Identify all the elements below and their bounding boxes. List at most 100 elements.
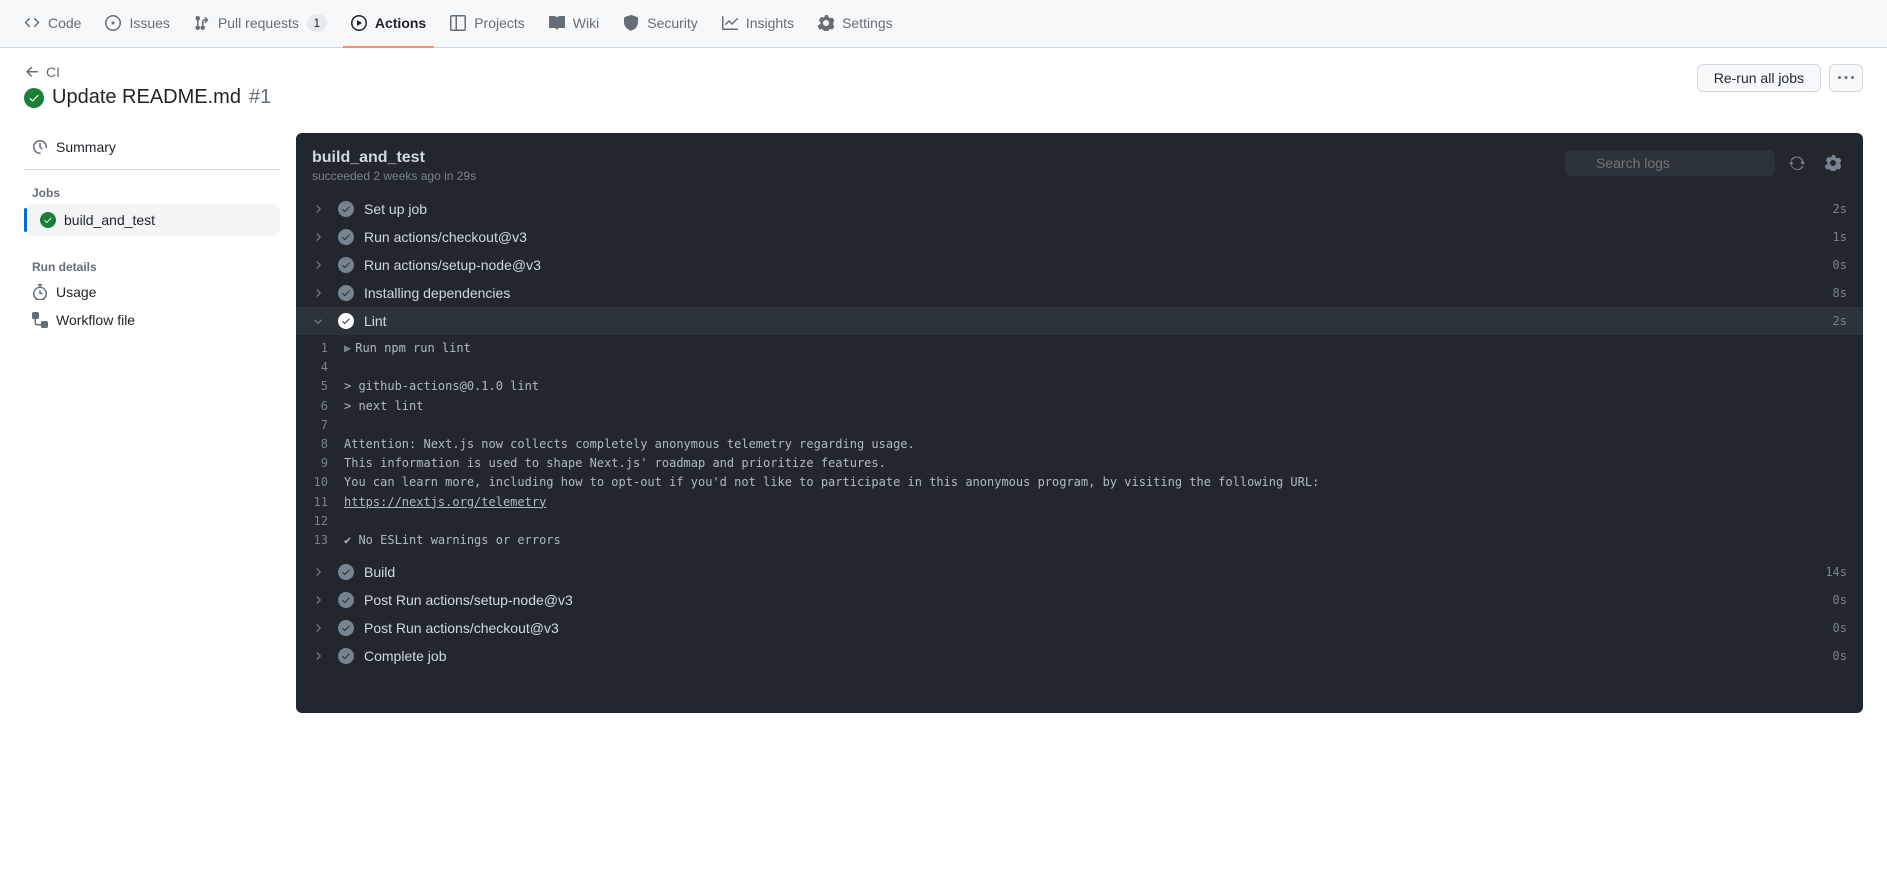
step-name: Lint (364, 313, 1823, 329)
check-circle-icon (40, 212, 56, 228)
tab-pull-requests[interactable]: Pull requests 1 (186, 0, 335, 48)
step-name: Run actions/checkout@v3 (364, 229, 1823, 245)
step-duration: 0s (1833, 593, 1847, 607)
more-options-button[interactable] (1829, 64, 1863, 92)
log-line: 1▶Run npm run lint (296, 339, 1863, 358)
log-line: 13✔ No ESLint warnings or errors (296, 531, 1863, 550)
arrow-left-icon (24, 64, 40, 80)
log-line-number: 7 (312, 416, 344, 435)
tab-security[interactable]: Security (615, 0, 706, 48)
pulls-counter: 1 (307, 14, 327, 32)
log-line-number: 13 (312, 531, 344, 550)
tab-actions-label: Actions (375, 15, 426, 31)
sidebar-jobs-heading: Jobs (24, 178, 280, 204)
gear-icon (818, 15, 834, 31)
tab-pulls-label: Pull requests (218, 15, 299, 31)
step-duration: 0s (1833, 649, 1847, 663)
step-row[interactable]: Set up job2s (296, 195, 1863, 223)
step-duration: 0s (1833, 621, 1847, 635)
tab-projects[interactable]: Projects (442, 0, 533, 48)
step-row[interactable]: Installing dependencies8s (296, 279, 1863, 307)
chevron-right-icon (312, 203, 328, 215)
log-line-number: 5 (312, 377, 344, 396)
chevron-down-icon (312, 315, 328, 327)
run-title: Update README.md (52, 86, 241, 109)
chevron-right-icon (312, 622, 328, 634)
tab-code-label: Code (48, 15, 81, 31)
tab-issues[interactable]: Issues (97, 0, 177, 48)
check-circle-icon (24, 88, 44, 108)
log-line: 10You can learn more, including how to o… (296, 473, 1863, 492)
step-name: Post Run actions/setup-node@v3 (364, 592, 1823, 608)
log-line: 11https://nextjs.org/telemetry (296, 493, 1863, 512)
log-line-number: 11 (312, 493, 344, 512)
step-row[interactable]: Build14s (296, 558, 1863, 586)
chevron-right-icon (312, 287, 328, 299)
log-line-text: > github-actions@0.1.0 lint (344, 377, 539, 396)
log-line-text: Attention: Next.js now collects complete… (344, 435, 915, 454)
log-line-text: This information is used to shape Next.j… (344, 454, 886, 473)
log-line-number: 8 (312, 435, 344, 454)
log-settings-button[interactable] (1819, 149, 1847, 177)
sidebar-usage-label: Usage (56, 284, 96, 300)
workflow-icon (32, 312, 48, 328)
tab-settings[interactable]: Settings (810, 0, 901, 48)
sidebar-job-build-and-test[interactable]: build_and_test (24, 204, 280, 236)
refresh-button[interactable] (1783, 149, 1811, 177)
step-row[interactable]: Lint 2s (296, 307, 1863, 335)
run-number: #1 (249, 86, 271, 109)
breadcrumb[interactable]: CI (24, 64, 271, 80)
step-duration: 2s (1833, 314, 1847, 328)
search-logs-input[interactable] (1565, 150, 1775, 176)
check-circle-icon (338, 313, 354, 329)
step-row[interactable]: Post Run actions/setup-node@v3 0s (296, 586, 1863, 614)
tab-wiki[interactable]: Wiki (541, 0, 607, 48)
log-line: 8Attention: Next.js now collects complet… (296, 435, 1863, 454)
log-link[interactable]: https://nextjs.org/telemetry (344, 495, 546, 509)
step-duration: 14s (1825, 565, 1847, 579)
chevron-right-icon (312, 259, 328, 271)
rerun-all-jobs-button[interactable]: Re-run all jobs (1697, 64, 1821, 92)
step-row[interactable]: Complete job 0s (296, 642, 1863, 670)
log-line-text: You can learn more, including how to opt… (344, 473, 1319, 492)
log-panel: build_and_test succeeded 2 weeks ago in … (296, 133, 1863, 713)
step-row[interactable]: Run actions/checkout@v3 1s (296, 223, 1863, 251)
sidebar-item-usage[interactable]: Usage (24, 278, 280, 306)
step-row[interactable]: Post Run actions/checkout@v30s (296, 614, 1863, 642)
log-line-number: 6 (312, 397, 344, 416)
sidebar-item-summary[interactable]: Summary (24, 133, 280, 161)
table-icon (450, 15, 466, 31)
chevron-right-icon (312, 231, 328, 243)
log-line-number: 12 (312, 512, 344, 531)
log-line-text: ✔ No ESLint warnings or errors (344, 531, 561, 550)
check-circle-icon (338, 257, 354, 273)
step-name: Set up job (364, 201, 1823, 217)
step-row[interactable]: Run actions/setup-node@v30s (296, 251, 1863, 279)
step-name: Complete job (364, 648, 1823, 664)
tab-wiki-label: Wiki (573, 15, 599, 31)
step-duration: 1s (1833, 230, 1847, 244)
sidebar-workflow-file-label: Workflow file (56, 312, 135, 328)
tab-insights-label: Insights (746, 15, 794, 31)
chevron-right-icon (312, 566, 328, 578)
graph-icon (722, 15, 738, 31)
tab-security-label: Security (647, 15, 698, 31)
check-circle-icon (338, 229, 354, 245)
job-status-text: succeeded 2 weeks ago in 29s (312, 169, 476, 183)
log-line-number: 10 (312, 473, 344, 492)
log-line-text: https://nextjs.org/telemetry (344, 493, 546, 512)
run-header: CI Update README.md #1 Re-run all jobs (0, 48, 1887, 133)
sidebar-summary-label: Summary (56, 139, 116, 155)
tab-insights[interactable]: Insights (714, 0, 802, 48)
check-circle-icon (338, 620, 354, 636)
sidebar-item-workflow-file[interactable]: Workflow file (24, 306, 280, 334)
tab-settings-label: Settings (842, 15, 893, 31)
tab-actions[interactable]: Actions (343, 0, 434, 48)
tab-projects-label: Projects (474, 15, 525, 31)
sidebar-job-label: build_and_test (64, 212, 155, 228)
log-line: 6> next lint (296, 397, 1863, 416)
step-name: Run actions/setup-node@v3 (364, 257, 1823, 273)
git-pull-request-icon (194, 15, 210, 31)
tab-code[interactable]: Code (16, 0, 89, 48)
check-circle-icon (338, 285, 354, 301)
